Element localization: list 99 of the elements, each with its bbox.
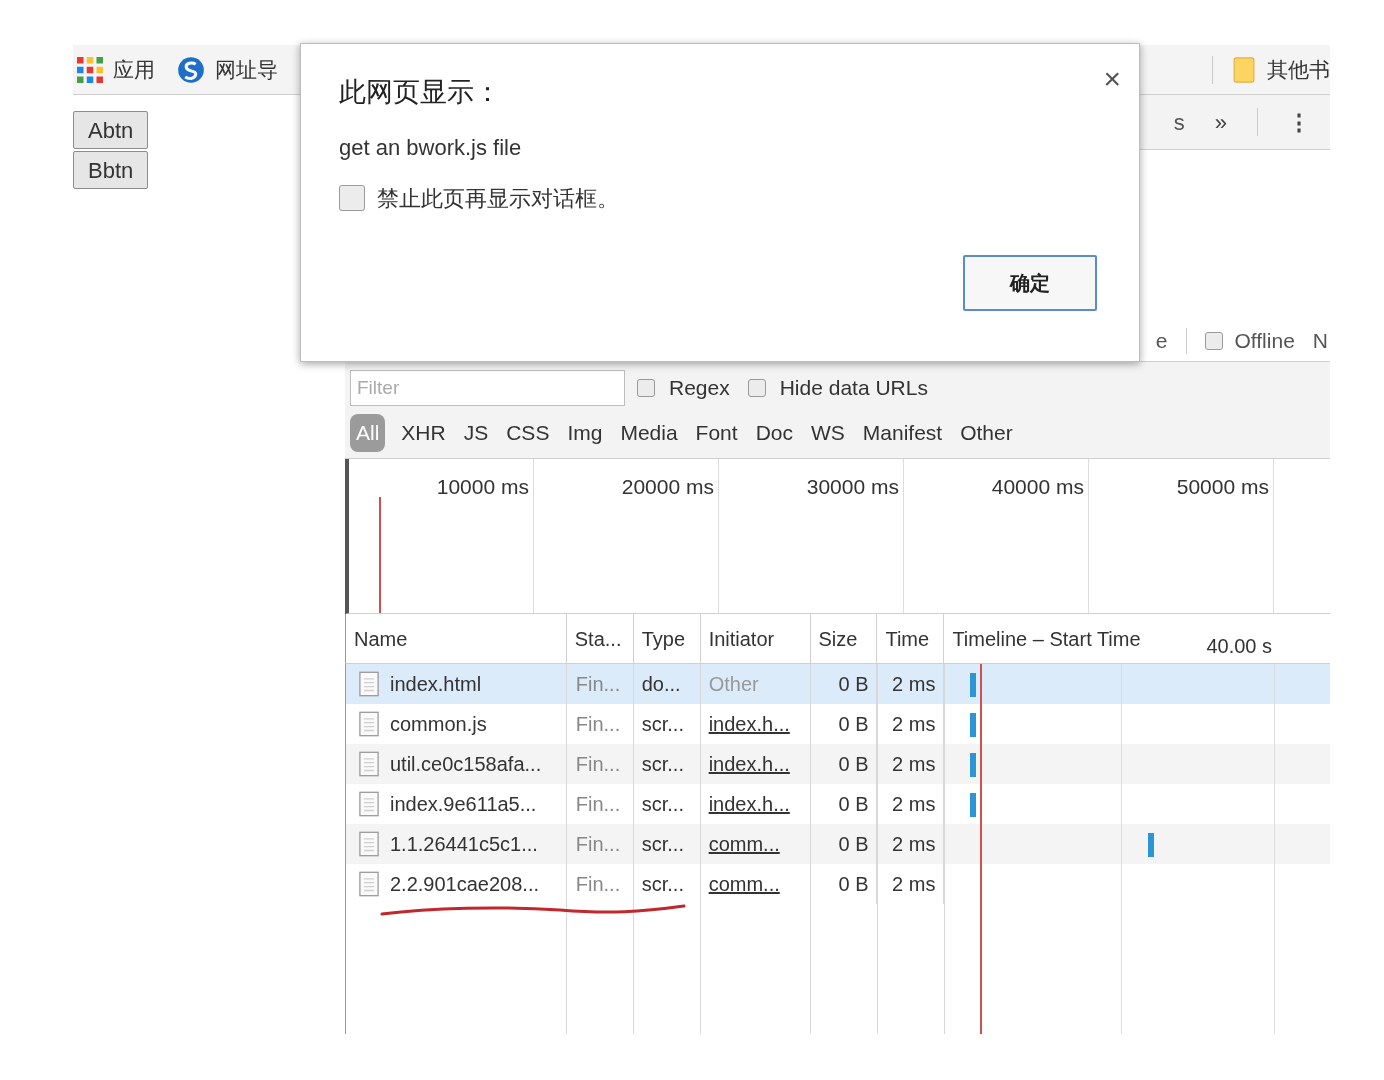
timeline-scale: 40.00 s: [1206, 633, 1272, 659]
suppress-checkbox[interactable]: [339, 185, 365, 211]
time-cell-text: 2 ms: [892, 872, 936, 897]
type-cell-text: do...: [641, 672, 681, 697]
timing-bar: [970, 713, 977, 737]
dialog-message: get an bwork.js file: [339, 133, 523, 162]
more-tabs-button[interactable]: »: [1214, 105, 1227, 139]
request-row[interactable]: 1.1.26441c5c1... Fin... scr... comm... 0 B 2 ms: [346, 824, 1330, 864]
initiator-link[interactable]: index.h...: [708, 749, 790, 779]
filter-field[interactable]: Filter: [350, 370, 625, 406]
file-icon: [358, 831, 380, 857]
dialog-title: 此网页显示：: [339, 76, 501, 109]
status-cell-text: Fin...: [575, 752, 621, 777]
initiator-link[interactable]: comm...: [708, 869, 780, 899]
type-cell-text: scr...: [641, 752, 684, 777]
time-cell-text: 2 ms: [892, 752, 936, 777]
column-header[interactable]: Initiator: [700, 614, 811, 663]
name-cell-text: index.9e611a5...: [390, 792, 537, 817]
status-cell-text: Fin...: [575, 832, 621, 857]
column-header[interactable]: Time: [877, 614, 945, 663]
request-row[interactable]: index.html Fin... do... Other 0 B 2 ms: [346, 664, 1330, 704]
status-cell-text: Fin...: [575, 872, 621, 897]
overview-tick-label: 20000 ms: [621, 474, 714, 500]
name-cell-text: util.ce0c158afa...: [390, 752, 542, 777]
name-cell-text: index.html: [390, 672, 482, 697]
overview-tick-label: 40000 ms: [991, 474, 1084, 500]
size-cell-text: 0 B: [838, 672, 869, 697]
size-cell-text: 0 B: [838, 832, 869, 857]
offline-label: Offline: [1234, 327, 1295, 354]
type-filter-tab[interactable]: Doc: [753, 414, 795, 452]
size-cell-text: 0 B: [838, 712, 869, 737]
initiator-link[interactable]: index.h...: [708, 789, 790, 819]
type-cell-text: scr...: [641, 792, 684, 817]
time-cell-text: 2 ms: [892, 712, 936, 737]
toolbar-label: N: [1312, 327, 1329, 354]
file-icon: [358, 791, 380, 817]
initiator-link[interactable]: index.h...: [708, 709, 790, 739]
type-filter-tab[interactable]: Manifest: [860, 414, 945, 452]
time-cell-text: 2 ms: [892, 672, 936, 697]
overview-tick-label: 30000 ms: [806, 474, 899, 500]
type-cell-text: scr...: [641, 832, 684, 857]
type-filter-tab[interactable]: Other: [958, 414, 1015, 452]
size-cell-text: 0 B: [838, 752, 869, 777]
initiator-link[interactable]: comm...: [708, 829, 780, 859]
bookmark-item[interactable]: 网址导: [177, 53, 278, 86]
overview-tick-label: 10000 ms: [436, 474, 529, 500]
name-cell-text: 2.2.901cae208...: [390, 872, 539, 897]
apps-grid-icon: [77, 56, 103, 83]
regex-label: Regex: [669, 375, 730, 402]
size-cell-text: 0 B: [838, 792, 869, 817]
page-button[interactable]: Abtn: [73, 111, 149, 149]
time-cell-text: 2 ms: [892, 792, 936, 817]
column-header[interactable]: Size: [810, 614, 878, 663]
type-cell-text: scr...: [641, 712, 684, 737]
close-button[interactable]: ×: [1103, 64, 1121, 94]
suppress-label: 禁止此页再显示对话框。: [377, 184, 619, 213]
status-cell-text: Fin...: [575, 792, 621, 817]
column-header[interactable]: Sta...: [566, 614, 634, 663]
column-header[interactable]: Type: [633, 614, 701, 663]
size-cell-text: 0 B: [838, 872, 869, 897]
status-cell-text: Fin...: [575, 712, 621, 737]
type-filter-tab[interactable]: WS: [809, 414, 847, 452]
column-header[interactable]: Timeline – Start Time 40.00 s: [944, 614, 1330, 663]
type-filter-tab[interactable]: Media: [618, 414, 680, 452]
type-filter-tab[interactable]: Font: [693, 414, 740, 452]
status-cell-text: Fin...: [575, 672, 621, 697]
type-filter-tab[interactable]: Img: [565, 414, 605, 452]
hide-data-urls-checkbox[interactable]: [747, 379, 766, 397]
circle-logo-icon: [177, 55, 205, 84]
folder-icon: [1233, 55, 1255, 84]
type-filter-tab[interactable]: CSS: [504, 414, 552, 452]
name-cell-text: common.js: [390, 712, 487, 737]
column-header[interactable]: Name: [346, 614, 567, 663]
file-icon: [358, 751, 380, 777]
bookmark-item[interactable]: 应用: [77, 53, 155, 86]
page-button[interactable]: Bbtn: [73, 151, 149, 189]
name-cell-text: 1.1.26441c5c1...: [390, 832, 538, 857]
type-filter-tab[interactable]: JS: [461, 414, 491, 452]
toolbar-label: e: [1155, 327, 1168, 354]
hide-data-urls-label: Hide data URLs: [779, 375, 928, 402]
type-cell-text: scr...: [641, 872, 684, 897]
file-icon: [358, 671, 380, 697]
timing-bar: [970, 793, 977, 817]
timing-bar: [970, 673, 977, 697]
offline-checkbox[interactable]: [1204, 331, 1223, 350]
type-filter-tab[interactable]: XHR: [399, 414, 448, 452]
overview-tick-label: 50000 ms: [1176, 474, 1269, 500]
panel-tab[interactable]: s: [1173, 105, 1185, 139]
other-bookmarks[interactable]: 其他书: [1233, 53, 1330, 86]
timing-bar: [1148, 833, 1155, 857]
menu-button[interactable]: ⋮: [1288, 105, 1310, 139]
request-row[interactable]: util.ce0c158afa... Fin... scr... index.h... 0 B 2 ms: [346, 744, 1330, 784]
ok-button[interactable]: 确定: [963, 254, 1097, 311]
file-icon: [358, 711, 380, 737]
timing-bar: [970, 753, 977, 777]
file-icon: [358, 871, 380, 897]
regex-checkbox[interactable]: [637, 379, 655, 397]
initiator-cell-text: Other: [708, 672, 759, 697]
time-cell-text: 2 ms: [892, 832, 936, 857]
